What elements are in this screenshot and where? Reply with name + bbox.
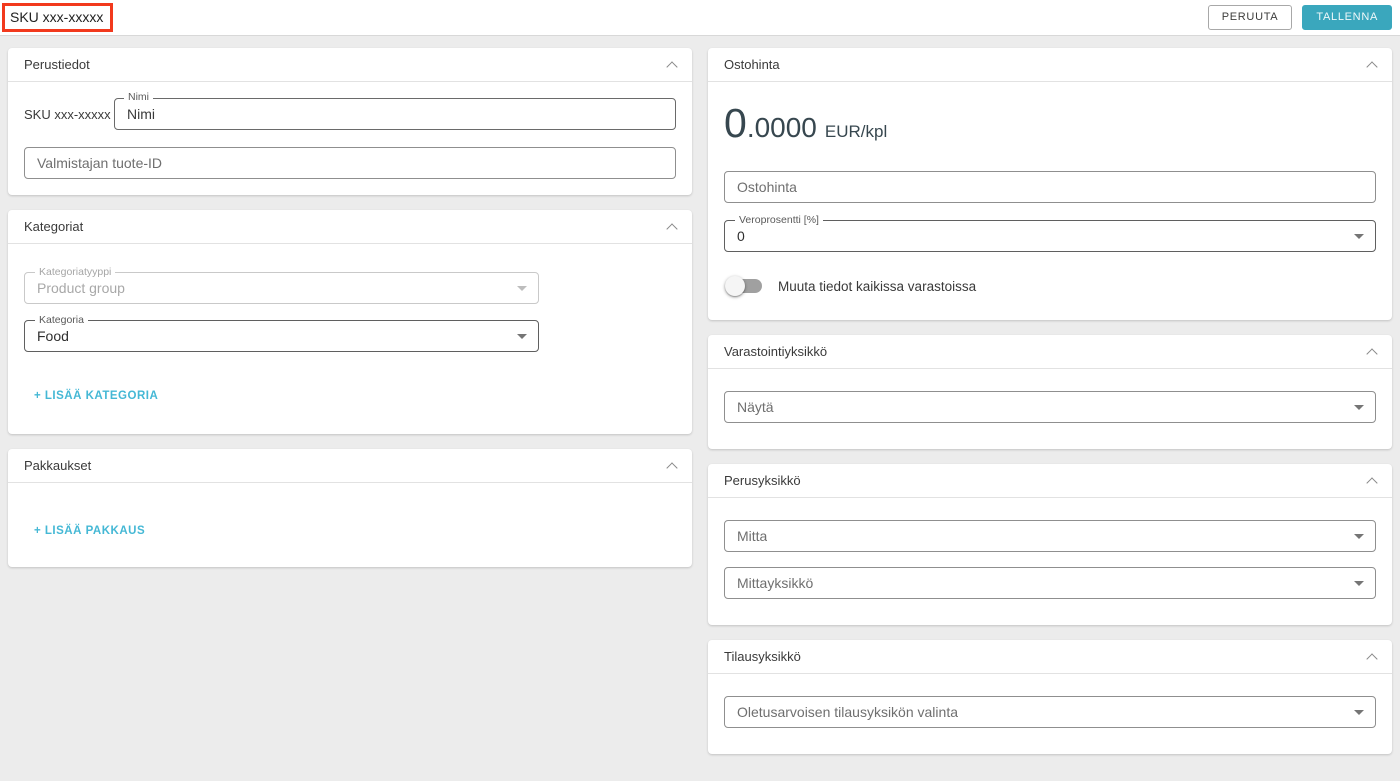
- purchase-price-input[interactable]: [724, 171, 1376, 204]
- card-perustiedot: Perustiedot SKU xxx-xxxxx Nimi: [8, 48, 692, 195]
- add-package-link[interactable]: + LISÄÄ PAKKAUS: [34, 525, 145, 537]
- price-unit: EUR/kpl: [824, 122, 888, 141]
- card-header-tilausyksikko[interactable]: Tilausyksikkö: [708, 640, 1392, 675]
- dropdown-caret-icon: [517, 286, 528, 291]
- collapse-chevron-up-icon[interactable]: [1366, 652, 1378, 665]
- purchase-price-field-wrap: [724, 171, 1376, 204]
- measure-value: Mitta: [737, 528, 768, 545]
- dropdown-caret-icon: [1354, 534, 1364, 540]
- all-warehouses-toggle-label: Muuta tiedot kaikissa varastoissa: [778, 278, 977, 294]
- dropdown-caret-icon: [1354, 405, 1364, 411]
- kategoriat-body: Kategoriatyyppi Product group Kategoria …: [8, 244, 692, 434]
- manufacturer-id-field-wrap: [24, 147, 676, 179]
- save-button[interactable]: TALLENNA: [1302, 5, 1392, 30]
- card-kategoriat: Kategoriat Kategoriatyyppi Product group…: [8, 210, 692, 434]
- dropdown-caret-icon: [517, 334, 528, 339]
- category-type-value: Product group: [37, 280, 125, 296]
- collapse-chevron-up-icon[interactable]: [1366, 476, 1378, 489]
- card-header-ostohinta[interactable]: Ostohinta: [708, 48, 1392, 82]
- measure-unit-select[interactable]: Mittayksikkö: [724, 567, 1376, 600]
- sku-readonly-text: SKU xxx-xxxxx: [24, 106, 111, 122]
- collapse-chevron-up-icon[interactable]: [1366, 60, 1378, 73]
- collapse-chevron-up-icon[interactable]: [666, 60, 678, 73]
- card-header-perustiedot[interactable]: Perustiedot: [8, 48, 692, 82]
- card-pakkaukset: Pakkaukset + LISÄÄ PAKKAUS: [8, 449, 692, 567]
- price-display: 0 .0000 EUR/kpl: [724, 100, 1376, 146]
- collapse-chevron-up-icon[interactable]: [666, 461, 678, 474]
- left-column: Perustiedot SKU xxx-xxxxx Nimi Kate: [8, 48, 692, 582]
- varastointiyksikko-body: Näytä: [708, 369, 1392, 449]
- card-header-pakkaukset[interactable]: Pakkaukset: [8, 449, 692, 483]
- card-header-kategoriat[interactable]: Kategoriat: [8, 210, 692, 244]
- perustiedot-body: SKU xxx-xxxxx Nimi: [8, 82, 692, 195]
- right-column: Ostohinta 0 .0000 EUR/kpl Veroprosentti …: [708, 48, 1392, 769]
- price-decimals: .0000: [746, 112, 817, 143]
- card-title-ostohinta: Ostohinta: [724, 57, 780, 72]
- vat-percent-select[interactable]: Veroprosentti [%] 0: [724, 215, 1376, 253]
- all-warehouses-toggle[interactable]: [725, 276, 762, 297]
- category-type-select[interactable]: Kategoriatyyppi Product group: [24, 267, 540, 304]
- price-integer: 0: [724, 100, 747, 146]
- dropdown-caret-icon: [1354, 234, 1364, 240]
- tilausyksikko-body: Oletusarvoisen tilausyksikön valinta: [708, 674, 1392, 754]
- card-title-perustiedot: Perustiedot: [24, 57, 90, 72]
- card-perusyksikko: Perusyksikkö Mitta Mittayksikkö: [708, 464, 1392, 626]
- topbar-actions: PERUUTA TALLENNA: [1207, 5, 1392, 30]
- card-header-perusyksikko[interactable]: Perusyksikkö: [708, 464, 1392, 499]
- toggle-knob: [725, 276, 745, 297]
- manufacturer-id-input[interactable]: [24, 147, 676, 179]
- dropdown-caret-icon: [1354, 710, 1364, 716]
- name-field-wrap: Nimi: [114, 92, 676, 130]
- storage-unit-select[interactable]: Näytä: [724, 391, 1376, 424]
- card-title-tilausyksikko: Tilausyksikkö: [724, 649, 801, 665]
- card-header-varastointiyksikko[interactable]: Varastointiyksikkö: [708, 335, 1392, 370]
- ostohinta-body: 0 .0000 EUR/kpl Veroprosentti [%] 0: [708, 82, 1392, 320]
- measure-select[interactable]: Mitta: [724, 520, 1376, 553]
- pakkaukset-body: + LISÄÄ PAKKAUS: [8, 483, 692, 567]
- vat-percent-value: 0: [737, 228, 745, 245]
- card-title-varastointiyksikko: Varastointiyksikkö: [724, 344, 828, 360]
- sku-highlight-badge: SKU xxx-xxxxx: [2, 2, 114, 33]
- name-field-label: Nimi: [124, 92, 153, 103]
- card-title-pakkaukset: Pakkaukset: [24, 458, 92, 473]
- content-area: Perustiedot SKU xxx-xxxxx Nimi Kate: [0, 36, 1400, 781]
- order-unit-select[interactable]: Oletusarvoisen tilausyksikön valinta: [724, 696, 1376, 729]
- card-title-kategoriat: Kategoriat: [24, 219, 84, 234]
- card-title-perusyksikko: Perusyksikkö: [724, 473, 801, 489]
- all-warehouses-toggle-row: Muuta tiedot kaikissa varastoissa: [724, 276, 1376, 297]
- add-category-link[interactable]: + LISÄÄ KATEGORIA: [34, 390, 158, 402]
- card-varastointiyksikko: Varastointiyksikkö Näytä: [708, 335, 1392, 450]
- order-unit-value: Oletusarvoisen tilausyksikön valinta: [737, 704, 958, 721]
- topbar: SKU xxx-xxxxx PERUUTA TALLENNA: [0, 0, 1400, 36]
- card-tilausyksikko: Tilausyksikkö Oletusarvoisen tilausyksik…: [708, 640, 1392, 755]
- measure-unit-value: Mittayksikkö: [737, 575, 814, 592]
- storage-unit-value: Näytä: [737, 399, 774, 416]
- category-type-label: Kategoriatyyppi: [35, 267, 116, 278]
- cancel-button[interactable]: PERUUTA: [1207, 5, 1293, 30]
- category-select[interactable]: Kategoria Food: [24, 315, 540, 352]
- collapse-chevron-up-icon[interactable]: [666, 222, 678, 235]
- category-label: Kategoria: [35, 315, 88, 326]
- dropdown-caret-icon: [1354, 581, 1364, 587]
- name-input[interactable]: [114, 98, 676, 130]
- collapse-chevron-up-icon[interactable]: [1366, 347, 1378, 360]
- category-value: Food: [37, 328, 69, 344]
- card-ostohinta: Ostohinta 0 .0000 EUR/kpl Veroprosentti …: [708, 48, 1392, 321]
- vat-percent-label: Veroprosentti [%]: [735, 215, 823, 226]
- perusyksikko-body: Mitta Mittayksikkö: [708, 498, 1392, 625]
